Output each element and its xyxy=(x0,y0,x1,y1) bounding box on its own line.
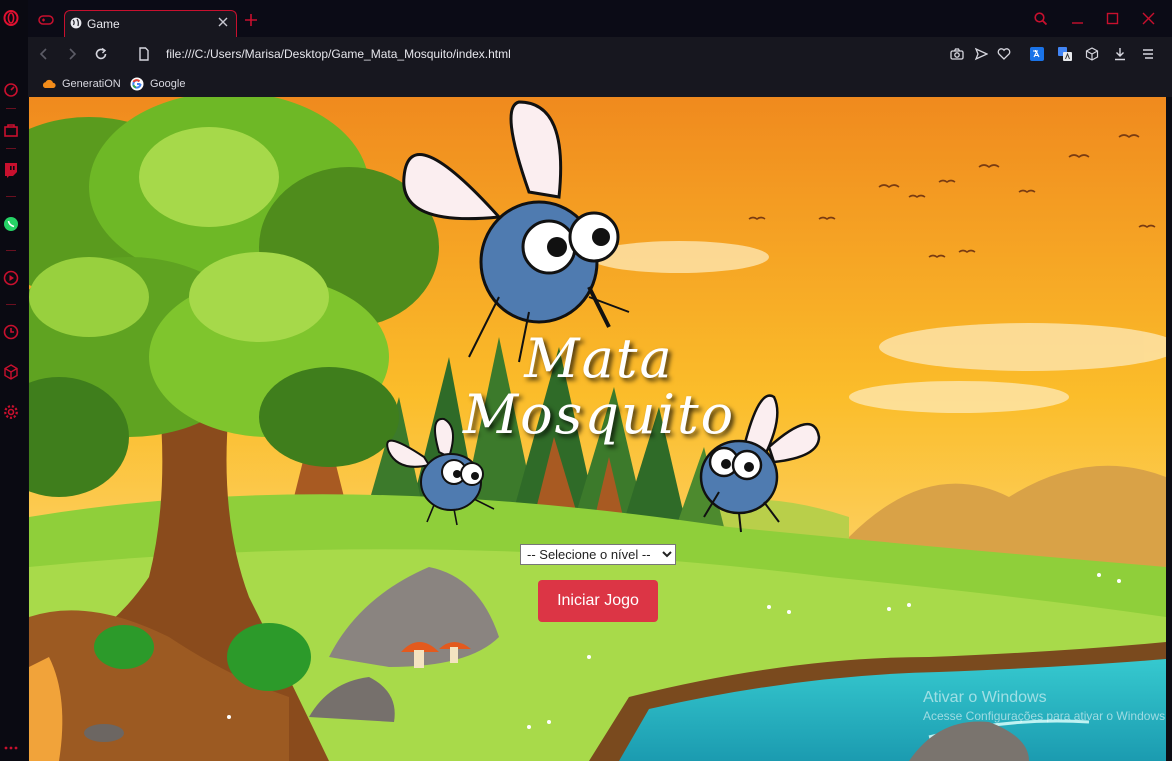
start-game-button[interactable]: Iniciar Jogo xyxy=(538,580,658,622)
game-title-line1: Mata xyxy=(524,327,674,390)
sidebar-divider xyxy=(6,304,16,305)
speed-dial-icon[interactable] xyxy=(3,82,19,98)
close-tab-icon[interactable] xyxy=(218,17,228,27)
tab-title: Game xyxy=(87,17,120,31)
level-select[interactable]: -- Selecione o nível -- xyxy=(520,544,676,565)
history-clock-icon[interactable] xyxy=(3,324,19,340)
watermark-line2: Acesse Configurações para ativar o Windo… xyxy=(923,709,1166,723)
more-options-icon[interactable] xyxy=(3,740,19,756)
google-icon xyxy=(130,77,144,91)
globe-icon xyxy=(70,17,82,29)
url-field[interactable]: file:///C:/Users/Marisa/Desktop/Game_Mat… xyxy=(166,47,511,61)
watermark-line1: Ativar o Windows xyxy=(923,689,1047,706)
easy-setup-menu-icon[interactable] xyxy=(1141,47,1155,61)
bookmark-label: GeneratiON xyxy=(62,78,121,90)
download-icon[interactable] xyxy=(1113,47,1127,61)
send-arrow-icon[interactable] xyxy=(974,47,988,61)
extensions-cube-icon[interactable] xyxy=(1085,47,1099,61)
opera-sidebar xyxy=(0,0,28,761)
address-bar: file:///C:/Users/Marisa/Desktop/Game_Mat… xyxy=(28,37,1172,70)
shopping-bag-icon[interactable] xyxy=(3,122,19,138)
settings-gear-icon[interactable] xyxy=(3,404,19,420)
cloud-icon xyxy=(42,79,56,88)
tab-strip: Game xyxy=(28,0,1172,37)
game-title: Mata Mosquito xyxy=(439,331,759,443)
opera-logo-icon[interactable] xyxy=(3,10,19,26)
twitch-icon[interactable] xyxy=(3,162,19,178)
whatsapp-icon[interactable] xyxy=(3,216,19,232)
bookmark-google[interactable]: Google xyxy=(130,76,185,92)
extensions-cube-icon[interactable] xyxy=(3,364,19,380)
bookmarks-bar: GeneratiON Google xyxy=(28,70,1172,97)
tab-game[interactable]: Game xyxy=(64,10,237,37)
windows-activation-watermark: Ativar o Windows Acesse Configurações pa… xyxy=(923,689,1166,723)
maximize-icon[interactable] xyxy=(1106,12,1119,25)
snapshot-camera-icon[interactable] xyxy=(950,47,964,61)
bookmark-heart-icon[interactable] xyxy=(997,47,1011,61)
page-viewport: Mata Mosquito -- Selecione o nível -- In… xyxy=(29,97,1166,761)
new-tab-plus-icon[interactable] xyxy=(245,14,257,26)
reload-icon[interactable] xyxy=(94,47,108,61)
player-icon[interactable] xyxy=(3,270,19,286)
game-title-line2: Mosquito xyxy=(462,383,736,446)
sidebar-divider xyxy=(6,196,16,197)
translate-extension-icon[interactable] xyxy=(1030,47,1044,61)
sidebar-divider xyxy=(6,250,16,251)
gamepad-icon[interactable] xyxy=(38,14,54,26)
bookmark-generation[interactable]: GeneratiON xyxy=(42,76,121,92)
minimize-icon[interactable] xyxy=(1071,12,1084,25)
file-page-icon xyxy=(139,47,149,61)
sidebar-divider xyxy=(6,148,16,149)
close-window-icon[interactable] xyxy=(1142,12,1155,25)
search-tabs-icon[interactable] xyxy=(1034,12,1047,25)
rock-shape xyxy=(84,724,124,742)
back-arrow-icon[interactable] xyxy=(37,47,51,61)
bookmark-label: Google xyxy=(150,78,186,90)
forward-arrow-icon[interactable] xyxy=(65,47,79,61)
translator-icon[interactable] xyxy=(1058,47,1072,61)
sidebar-divider xyxy=(6,108,16,109)
